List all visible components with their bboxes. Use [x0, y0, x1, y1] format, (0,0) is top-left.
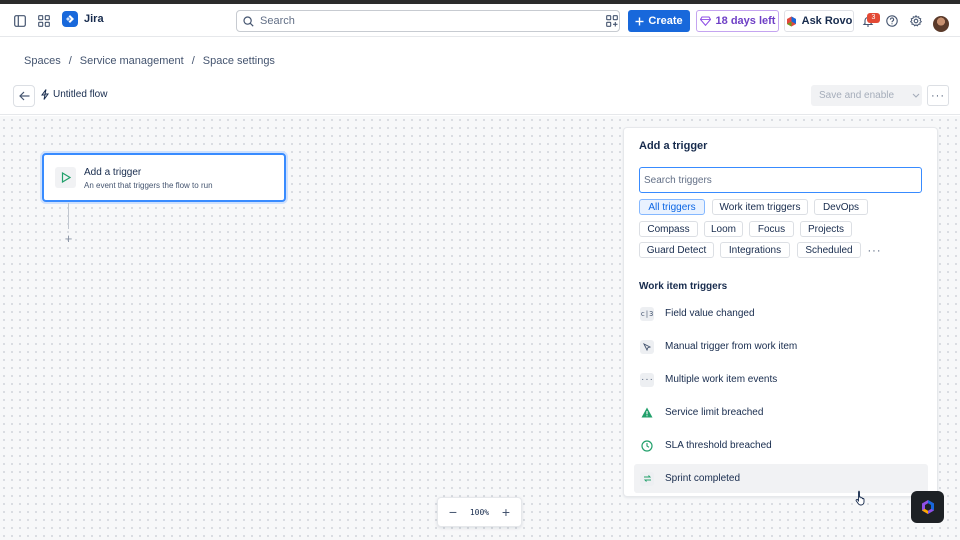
rovo-icon	[786, 16, 796, 26]
create-label: Create	[648, 15, 683, 27]
chip-projects[interactable]: Projects	[800, 221, 852, 237]
trigger-item-field-value-changed[interactable]: c|3 Field value changed	[634, 299, 928, 328]
flow-title-text: Untitled flow	[53, 89, 108, 100]
help-icon[interactable]	[883, 12, 901, 30]
global-search-input[interactable]: Search	[236, 10, 620, 32]
trigger-item-label: Sprint completed	[665, 473, 741, 484]
trigger-item-manual-trigger[interactable]: Manual trigger from work item	[634, 332, 928, 361]
user-avatar[interactable]	[933, 16, 949, 32]
chevron-down-icon	[912, 93, 920, 98]
trial-label: 18 days left	[715, 15, 776, 27]
create-button[interactable]: Create	[628, 10, 690, 32]
chip-compass[interactable]: Compass	[639, 221, 698, 237]
breadcrumb-separator: /	[68, 55, 72, 67]
chip-integrations[interactable]: Integrations	[720, 242, 790, 258]
back-button[interactable]	[13, 85, 35, 107]
flow-title[interactable]: Untitled flow	[41, 89, 107, 100]
mouse-cursor-icon	[855, 490, 867, 511]
trigger-item-sla-threshold-breached[interactable]: SLA threshold breached	[634, 431, 928, 460]
more-chips-icon[interactable]: ···	[866, 243, 883, 259]
trigger-item-label: Manual trigger from work item	[665, 341, 798, 352]
breadcrumb-space-settings[interactable]: Space settings	[203, 55, 275, 67]
search-icon	[243, 15, 254, 27]
breadcrumb-spaces[interactable]: Spaces	[24, 55, 61, 67]
chip-work-item-triggers[interactable]: Work item triggers	[712, 199, 808, 215]
zoom-controls: − 100% +	[437, 497, 522, 527]
settings-gear-icon[interactable]	[907, 12, 925, 30]
trigger-node-description: An event that triggers the flow to run	[84, 181, 213, 190]
jira-logo[interactable]: Jira	[62, 11, 104, 27]
breadcrumb-separator: /	[191, 55, 195, 67]
trigger-item-label: SLA threshold breached	[665, 440, 772, 451]
flow-toolbar: Untitled flow Save and enable ···	[0, 80, 960, 115]
ellipsis-icon: ···	[640, 372, 654, 387]
app-switcher-icon[interactable]	[35, 12, 53, 30]
manual-icon	[640, 339, 654, 354]
rovo-chat-button[interactable]	[911, 491, 944, 523]
add-step-plus-icon[interactable]: +	[62, 232, 75, 245]
lightning-icon	[41, 89, 49, 100]
rovo-icon	[921, 500, 934, 514]
more-actions-button[interactable]: ···	[927, 85, 949, 106]
app-name: Jira	[84, 13, 104, 25]
ask-rovo-label: Ask Rovo	[801, 15, 853, 27]
field-icon: c|3	[640, 306, 654, 321]
zoom-in-button[interactable]: +	[499, 505, 513, 519]
chip-all-triggers[interactable]: All triggers	[639, 199, 705, 215]
chip-scheduled[interactable]: Scheduled	[797, 242, 861, 258]
add-trigger-panel: Add a trigger All triggers Work item tri…	[623, 127, 938, 497]
trigger-node-title: Add a trigger	[84, 167, 142, 178]
trigger-item-label: Field value changed	[665, 308, 755, 319]
zoom-level: 100%	[469, 507, 490, 517]
apps-filter-icon[interactable]	[603, 12, 621, 30]
save-label: Save and enable	[819, 90, 895, 101]
trigger-item-multiple-events[interactable]: ··· Multiple work item events	[634, 365, 928, 394]
trigger-item-label: Multiple work item events	[665, 374, 778, 385]
notification-badge: 3	[867, 13, 880, 23]
arrow-left-icon	[18, 91, 29, 101]
plus-icon	[635, 17, 644, 25]
trigger-item-sprint-completed[interactable]: Sprint completed	[634, 464, 928, 493]
breadcrumb-service-management[interactable]: Service management	[80, 55, 184, 67]
section-title: Work item triggers	[639, 281, 728, 292]
chip-loom[interactable]: Loom	[704, 221, 743, 237]
sprint-icon	[640, 471, 654, 486]
search-triggers-input[interactable]	[639, 167, 922, 193]
chip-guard-detect[interactable]: Guard Detect	[639, 242, 714, 258]
save-and-enable-button[interactable]: Save and enable	[811, 85, 922, 106]
trigger-item-service-limit-breached[interactable]: Service limit breached	[634, 398, 928, 427]
top-navigation-bar: Jira Search Create 18 days left Ask Rovo…	[0, 4, 960, 37]
clock-icon	[640, 439, 654, 453]
panel-title: Add a trigger	[639, 140, 708, 152]
sidebar-toggle-icon[interactable]	[11, 12, 29, 30]
warning-icon	[640, 406, 654, 420]
search-placeholder: Search	[260, 15, 295, 27]
trigger-node[interactable]: Add a trigger An event that triggers the…	[42, 153, 286, 202]
more-icon: ···	[931, 89, 945, 102]
jira-logo-icon	[62, 11, 78, 27]
node-connector	[68, 203, 69, 229]
chip-devops[interactable]: DevOps	[814, 199, 868, 215]
ask-rovo-button[interactable]: Ask Rovo	[784, 10, 854, 32]
trial-days-button[interactable]: 18 days left	[696, 10, 779, 32]
play-icon	[55, 167, 76, 188]
zoom-out-button[interactable]: −	[446, 505, 460, 519]
diamond-icon	[699, 16, 711, 26]
trigger-item-label: Service limit breached	[665, 407, 764, 418]
chip-focus[interactable]: Focus	[749, 221, 794, 237]
breadcrumb: Spaces / Service management / Space sett…	[24, 55, 275, 67]
